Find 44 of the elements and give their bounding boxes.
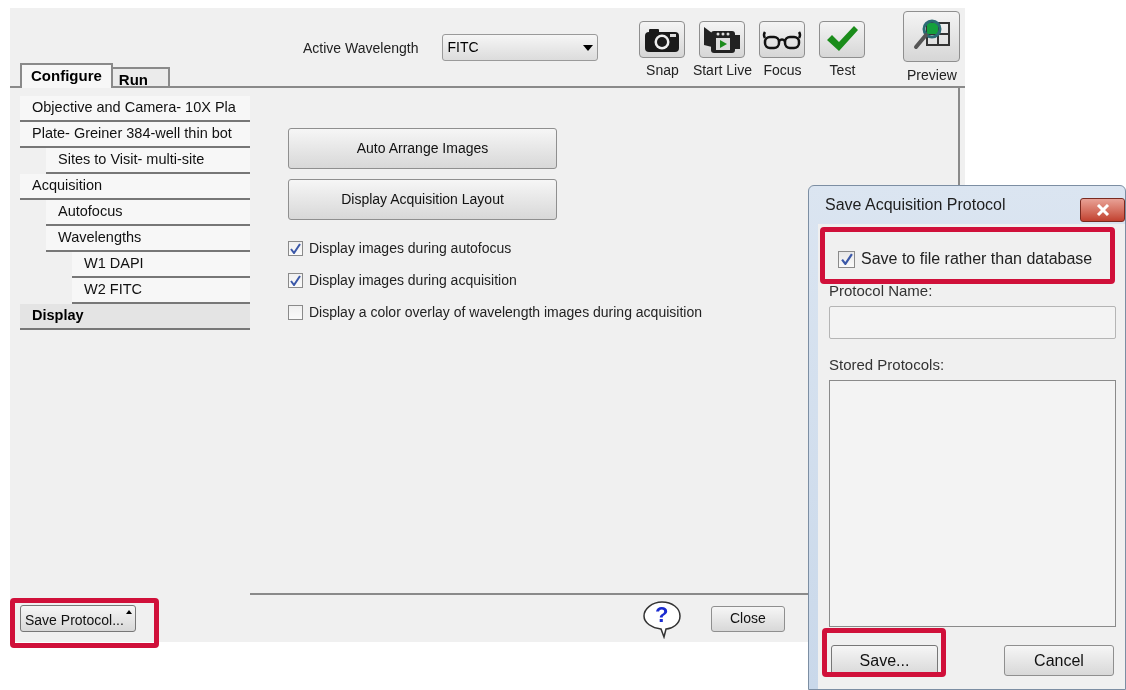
cancel-button[interactable]: Cancel — [1004, 645, 1114, 676]
checkbox-label: Display images during acquisition — [309, 270, 517, 290]
tool-button[interactable] — [639, 21, 686, 58]
caret-icon — [125, 610, 132, 614]
checkbox[interactable] — [288, 272, 303, 288]
tree-item[interactable]: W2 FITC — [72, 278, 250, 304]
tree-item[interactable]: Display — [20, 304, 250, 330]
save-protocol-button[interactable]: Save Protocol... — [20, 605, 136, 632]
field-label: Stored Protocols: — [829, 354, 946, 375]
caret-icon — [583, 44, 594, 51]
tool-button[interactable] — [759, 21, 806, 58]
action-button[interactable]: Auto Arrange Images — [288, 128, 557, 169]
checkbox[interactable] — [288, 304, 303, 320]
tool-label: Preview — [907, 66, 957, 85]
close-icon[interactable] — [1080, 198, 1125, 222]
tool-label: Test — [829, 61, 856, 80]
checkbox-label: Display a color overlay of wavelength images during acquisition — [309, 302, 702, 322]
tool-label: Snap — [646, 61, 679, 80]
tree-item[interactable]: Plate- Greiner 384-well thin bot — [20, 122, 250, 148]
tree-item[interactable]: Wavelengths — [46, 226, 250, 252]
tab[interactable]: Configure — [20, 63, 113, 88]
tab[interactable]: Run — [112, 67, 170, 88]
checkbox-label: Save to file rather than database — [861, 249, 1093, 269]
checkbox-label: Display images during autofocus — [309, 238, 512, 258]
tool-button[interactable] — [699, 21, 746, 58]
close-button[interactable]: Close — [710, 605, 785, 632]
tree-item[interactable]: Autofocus — [46, 200, 250, 226]
help-button[interactable]: ? — [640, 598, 683, 639]
tool-label: Start Live — [692, 61, 752, 80]
tree-item[interactable]: Objective and Camera- 10X Pla — [20, 96, 250, 122]
dialog-title: Save Acquisition Protocol — [825, 195, 1006, 215]
video-camera-icon — [702, 24, 743, 55]
protocol-name-field[interactable] — [829, 305, 1116, 339]
preview-button[interactable] — [903, 11, 961, 62]
tree-item[interactable]: Sites to Visit- multi-site — [46, 148, 250, 174]
checkbox[interactable] — [288, 240, 303, 256]
wavelength-dropdown[interactable]: FITC — [442, 34, 599, 61]
field-label: Protocol Name: — [829, 281, 934, 301]
action-button[interactable]: Display Acquisition Layout — [288, 179, 557, 220]
tree-item[interactable]: W1 DAPI — [72, 252, 250, 278]
field-label: Active Wavelength — [303, 39, 419, 56]
tree-item[interactable]: Acquisition — [20, 174, 250, 200]
checkbox[interactable] — [838, 250, 855, 268]
tool-label: Focus — [763, 61, 802, 80]
